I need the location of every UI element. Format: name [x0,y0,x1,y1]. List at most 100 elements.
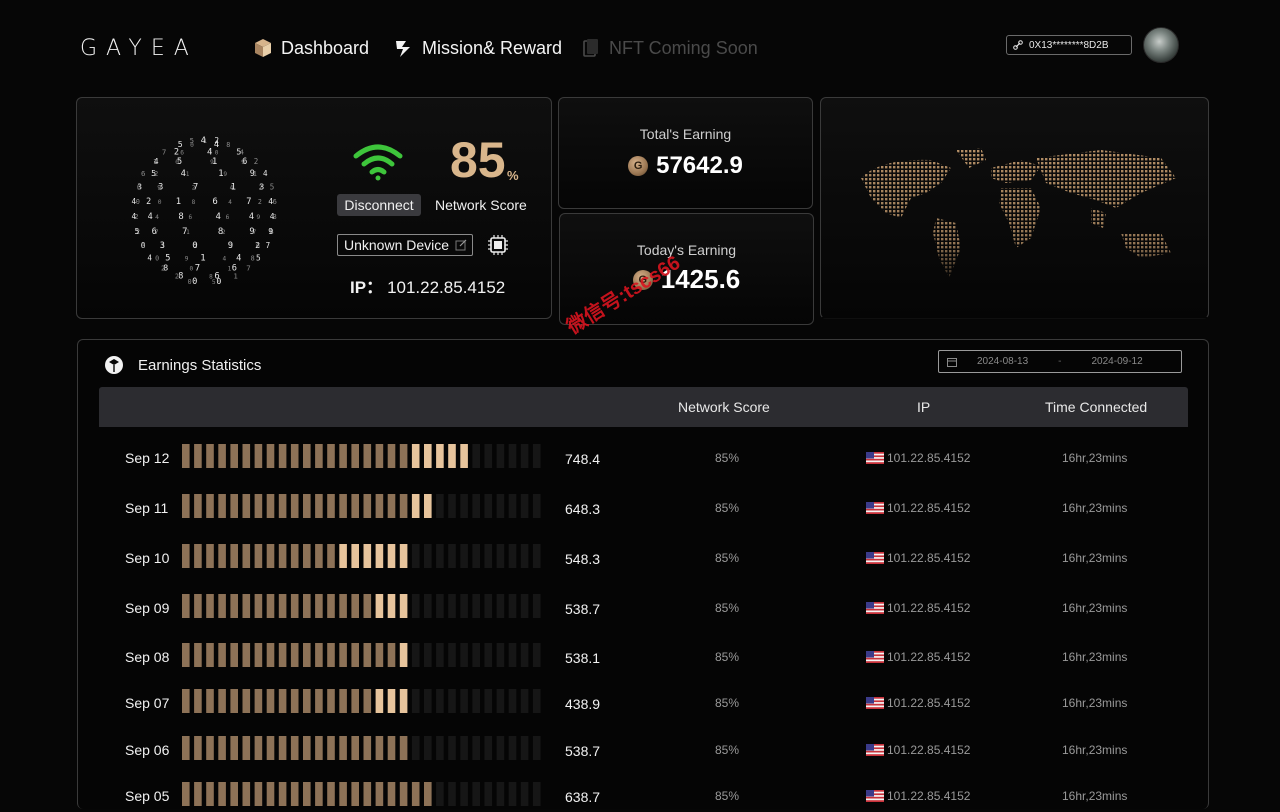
row-ip: 101.22.85.4152 [866,451,970,465]
table-row[interactable]: Sep 10 548.3 85% 101.22.85.4152 16hr,23mins [78,544,1210,574]
table-row[interactable]: Sep 09 538.7 85% 101.22.85.4152 16hr,23mins [78,594,1210,624]
bar-segment [424,689,432,713]
bar-segment [182,494,190,518]
chip-icon[interactable] [487,234,509,256]
bar-segment [436,444,444,468]
bar-segment [424,736,432,760]
bar-segment [375,494,384,518]
today-earning-row: G 1425.6 [560,264,813,295]
nav-item-dashboard[interactable]: Dashboard [253,36,369,60]
avatar[interactable] [1143,27,1179,63]
row-ip: 101.22.85.4152 [866,743,970,757]
bar-segment [363,689,372,713]
bar-segment [315,594,323,618]
card-icon [583,39,598,57]
ip-label: IP： [350,278,384,297]
bar-segment [194,736,202,760]
row-ip-text: 101.22.85.4152 [887,650,971,664]
svg-text:2: 2 [192,184,196,191]
bar-segment [206,782,214,806]
svg-text:2: 2 [254,157,259,166]
bar-segment [303,494,311,518]
us-flag-icon [866,602,884,614]
bar-segment [375,736,384,760]
bar-segment [303,782,311,806]
svg-text:6: 6 [189,214,193,221]
row-ip: 101.22.85.4152 [866,650,970,664]
bar-segment [182,643,190,667]
bar-segment [508,444,517,468]
today-earning-value: 1425.6 [660,264,741,294]
bar-segment [484,782,493,806]
disconnect-button[interactable]: Disconnect [337,194,421,216]
bar-segment [424,494,432,518]
row-ip-text: 101.22.85.4152 [887,551,971,565]
bar-segment [387,594,396,618]
bar-segment [375,643,384,667]
nav-item-mission-reward[interactable]: Mission& Reward [394,36,562,60]
table-row[interactable]: Sep 08 538.1 85% 101.22.85.4152 16hr,23mins [78,643,1210,673]
row-network-score: 85% [715,789,740,803]
svg-text:6: 6 [226,214,230,221]
gayea-logo[interactable]: GAYEA [80,36,198,61]
earnings-bar-meter [182,544,541,568]
bar-segment [448,544,456,568]
svg-text:6: 6 [141,169,145,178]
bar-segment [520,594,529,618]
svg-text:0: 0 [175,159,179,166]
bar-segment [230,444,238,468]
bar-segment [508,643,517,667]
edit-icon[interactable] [455,239,467,251]
cube-icon [105,356,123,374]
bar-segment [484,643,493,667]
bar-segment [411,782,420,806]
svg-text:4: 4 [228,199,232,206]
bar-segment [460,689,468,713]
bar-segment [532,643,541,667]
row-time-connected: 16hr,23mins [1062,451,1128,465]
bar-segment [266,594,275,618]
table-row[interactable]: Sep 06 538.7 85% 101.22.85.4152 16hr,23mins [78,736,1210,766]
bar-segment [387,544,396,568]
svg-text:5: 5 [270,182,275,191]
row-earning-value: 538.7 [565,743,601,759]
row-earning-value: 748.4 [565,451,601,467]
row-ip-text: 101.22.85.4152 [887,789,971,803]
lightning-icon [396,41,410,57]
bar-segment [290,444,299,468]
bar-segment [278,643,287,667]
device-name-field[interactable]: Unknown Device [337,234,473,256]
nav-item-nft[interactable]: NFT Coming Soon [581,36,758,60]
svg-text:1: 1 [176,197,181,207]
bar-segment [339,736,347,760]
table-row[interactable]: Sep 12 748.4 85% 101.22.85.4152 16hr,23mins [78,444,1210,474]
svg-text:7: 7 [246,197,251,207]
table-row[interactable]: Sep 11 648.3 85% 101.22.85.4152 16hr,23mins [78,494,1210,524]
table-row[interactable]: Sep 05 638.7 85% 101.22.85.4152 16hr,23mins [78,782,1210,812]
date-range-picker[interactable]: 2024-08-13 - 2024-09-12 [938,350,1182,373]
row-earning-value: 648.3 [565,501,601,517]
bar-segment [339,494,347,518]
bar-segment [460,594,468,618]
bar-segment [351,494,359,518]
wallet-address[interactable]: 0X13********8D2B [1006,35,1132,55]
table-row[interactable]: Sep 07 438.9 85% 101.22.85.4152 16hr,23mins [78,689,1210,719]
row-network-score: 85% [715,501,740,515]
bar-segment [218,494,226,518]
bar-segment [508,782,517,806]
bar-segment [242,689,251,713]
bar-segment [327,594,335,618]
bar-segment [242,544,251,568]
bar-segment [472,594,480,618]
bar-segment [315,494,323,518]
bar-segment [315,736,323,760]
svg-text:9: 9 [223,171,227,178]
row-date: Sep 09 [125,600,170,616]
today-earning-label: Today's Earning [636,242,737,258]
svg-text:7: 7 [246,264,250,273]
row-ip: 101.22.85.4152 [866,696,970,710]
row-date: Sep 08 [125,649,170,665]
bar-segment [399,736,408,760]
bar-segment [436,594,444,618]
bar-segment [206,594,214,618]
